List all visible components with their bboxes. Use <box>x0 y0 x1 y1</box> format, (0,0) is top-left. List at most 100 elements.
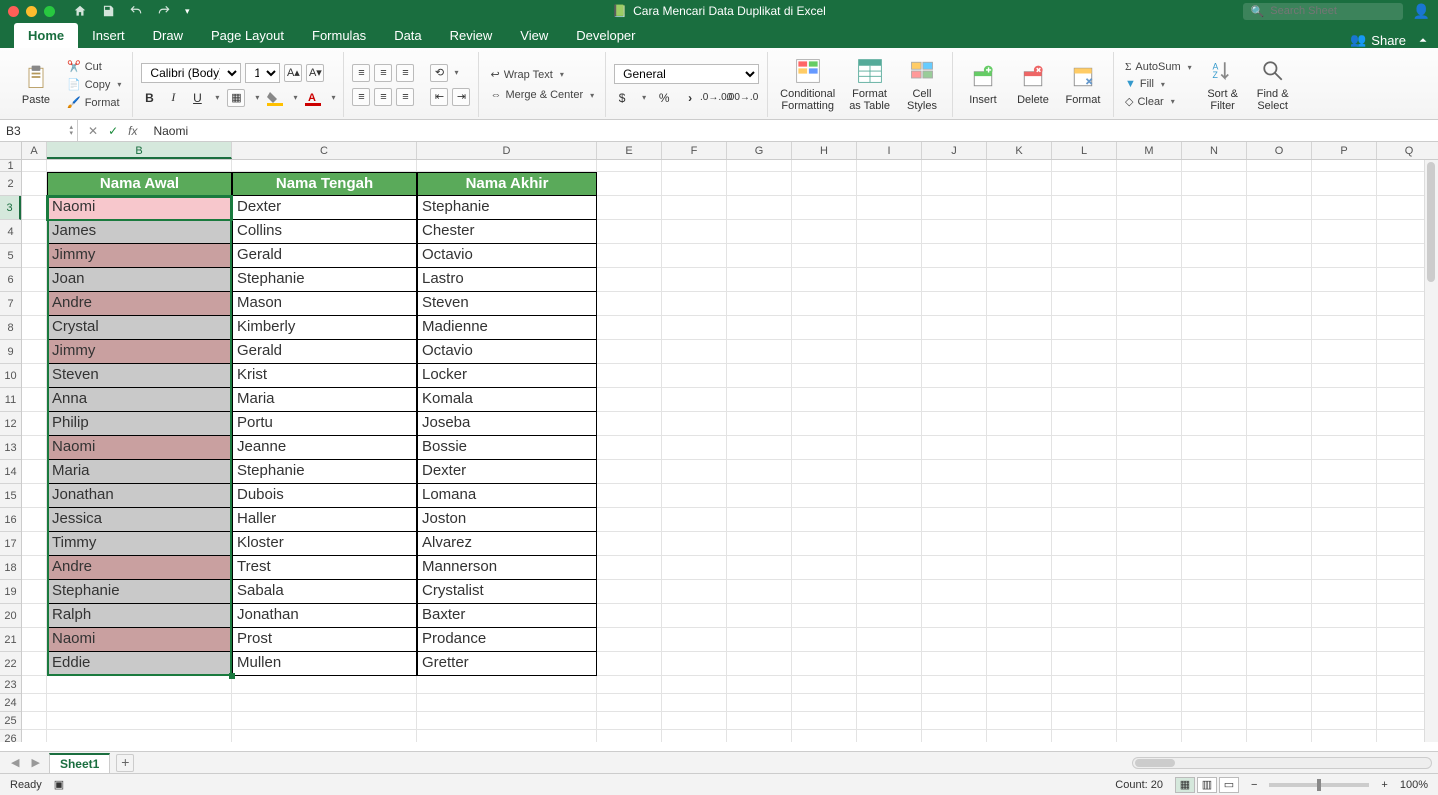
align-center-button[interactable]: ≡ <box>374 88 392 106</box>
cell-J26[interactable] <box>922 730 987 742</box>
delete-cells-button[interactable]: ✖ Delete <box>1011 61 1055 108</box>
cell-D23[interactable] <box>417 676 597 694</box>
row-header-22[interactable]: 22 <box>0 652 21 676</box>
orientation-button[interactable]: ⟲ <box>430 64 448 82</box>
cell-K7[interactable] <box>987 292 1052 316</box>
cell-K21[interactable] <box>987 628 1052 652</box>
cell-I20[interactable] <box>857 604 922 628</box>
cell-D25[interactable] <box>417 712 597 730</box>
tab-page-layout[interactable]: Page Layout <box>197 23 298 48</box>
cell-G4[interactable] <box>727 220 792 244</box>
cell-D18[interactable]: Mannerson <box>417 556 597 580</box>
row-header-13[interactable]: 13 <box>0 436 21 460</box>
cell-C25[interactable] <box>232 712 417 730</box>
cell-N14[interactable] <box>1182 460 1247 484</box>
cell-E26[interactable] <box>597 730 662 742</box>
tab-draw[interactable]: Draw <box>139 23 197 48</box>
cell-H6[interactable] <box>792 268 857 292</box>
page-layout-view-button[interactable]: ▥ <box>1197 777 1217 793</box>
cell-L17[interactable] <box>1052 532 1117 556</box>
cell-H13[interactable] <box>792 436 857 460</box>
cell-L20[interactable] <box>1052 604 1117 628</box>
cell-D17[interactable]: Alvarez <box>417 532 597 556</box>
cell-F22[interactable] <box>662 652 727 676</box>
cell-A6[interactable] <box>22 268 47 292</box>
cell-E12[interactable] <box>597 412 662 436</box>
cell-A13[interactable] <box>22 436 47 460</box>
row-header-17[interactable]: 17 <box>0 532 21 556</box>
cell-C17[interactable]: Kloster <box>232 532 417 556</box>
cell-N23[interactable] <box>1182 676 1247 694</box>
cell-E10[interactable] <box>597 364 662 388</box>
cell-B5[interactable]: Jimmy <box>47 244 232 268</box>
collapse-ribbon-icon[interactable] <box>1416 33 1430 47</box>
qat-dropdown-icon[interactable]: ▾ <box>185 6 190 17</box>
cell-K12[interactable] <box>987 412 1052 436</box>
cell-I4[interactable] <box>857 220 922 244</box>
cell-F12[interactable] <box>662 412 727 436</box>
cell-E5[interactable] <box>597 244 662 268</box>
cell-K10[interactable] <box>987 364 1052 388</box>
cell-N10[interactable] <box>1182 364 1247 388</box>
cell-B4[interactable]: James <box>47 220 232 244</box>
cell-K24[interactable] <box>987 694 1052 712</box>
cell-C11[interactable]: Maria <box>232 388 417 412</box>
cell-H24[interactable] <box>792 694 857 712</box>
row-header-1[interactable]: 1 <box>0 160 21 172</box>
paste-button[interactable]: Paste <box>14 61 58 108</box>
cell-I3[interactable] <box>857 196 922 220</box>
cell-A4[interactable] <box>22 220 47 244</box>
cell-G7[interactable] <box>727 292 792 316</box>
cell-I11[interactable] <box>857 388 922 412</box>
cell-A8[interactable] <box>22 316 47 340</box>
cell-E8[interactable] <box>597 316 662 340</box>
cell-F10[interactable] <box>662 364 727 388</box>
cell-H4[interactable] <box>792 220 857 244</box>
cell-D3[interactable]: Stephanie <box>417 196 597 220</box>
col-header-J[interactable]: J <box>922 142 987 159</box>
cell-B16[interactable]: Jessica <box>47 508 232 532</box>
cell-J3[interactable] <box>922 196 987 220</box>
cell-F24[interactable] <box>662 694 727 712</box>
cell-J5[interactable] <box>922 244 987 268</box>
cell-J25[interactable] <box>922 712 987 730</box>
cell-P7[interactable] <box>1312 292 1377 316</box>
cell-B7[interactable]: Andre <box>47 292 232 316</box>
cell-I15[interactable] <box>857 484 922 508</box>
cell-K17[interactable] <box>987 532 1052 556</box>
cell-I14[interactable] <box>857 460 922 484</box>
cell-L24[interactable] <box>1052 694 1117 712</box>
cell-G10[interactable] <box>727 364 792 388</box>
zoom-in-button[interactable]: + <box>1381 779 1387 791</box>
cell-P10[interactable] <box>1312 364 1377 388</box>
font-color-button[interactable]: A <box>305 90 321 106</box>
cell-I16[interactable] <box>857 508 922 532</box>
row-header-8[interactable]: 8 <box>0 316 21 340</box>
search-sheet-box[interactable]: 🔍 <box>1243 3 1403 20</box>
cell-N4[interactable] <box>1182 220 1247 244</box>
cell-H17[interactable] <box>792 532 857 556</box>
align-top-button[interactable]: ≡ <box>352 64 370 82</box>
cell-O11[interactable] <box>1247 388 1312 412</box>
currency-button[interactable]: $ <box>614 90 630 106</box>
cell-C22[interactable]: Mullen <box>232 652 417 676</box>
cell-M10[interactable] <box>1117 364 1182 388</box>
cell-B13[interactable]: Naomi <box>47 436 232 460</box>
cell-K26[interactable] <box>987 730 1052 742</box>
tab-review[interactable]: Review <box>436 23 507 48</box>
cell-B25[interactable] <box>47 712 232 730</box>
cell-P4[interactable] <box>1312 220 1377 244</box>
cell-P25[interactable] <box>1312 712 1377 730</box>
cell-B8[interactable]: Crystal <box>47 316 232 340</box>
cell-N12[interactable] <box>1182 412 1247 436</box>
cell-D16[interactable]: Joston <box>417 508 597 532</box>
cell-F18[interactable] <box>662 556 727 580</box>
maximize-window-button[interactable] <box>44 6 55 17</box>
cell-C7[interactable]: Mason <box>232 292 417 316</box>
cell-J7[interactable] <box>922 292 987 316</box>
cell-E6[interactable] <box>597 268 662 292</box>
align-bottom-button[interactable]: ≡ <box>396 64 414 82</box>
zoom-slider[interactable] <box>1269 783 1369 787</box>
cell-F1[interactable] <box>662 160 727 172</box>
cell-H26[interactable] <box>792 730 857 742</box>
